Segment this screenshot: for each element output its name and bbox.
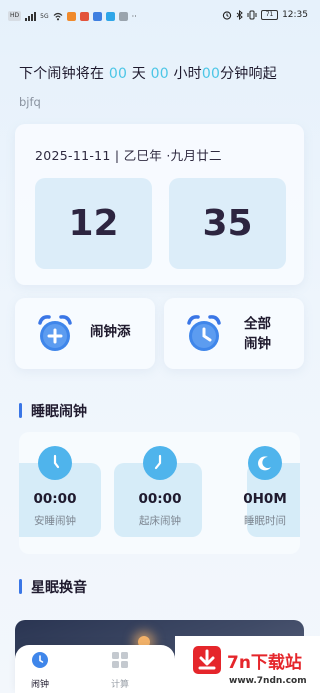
wake-label: 起床闹钟: [139, 515, 181, 527]
date-time-card: 2025-11-11 | 乙巳年 ·九月廿二 12 35: [15, 124, 304, 285]
sleep-duration-value: 0H0M: [243, 491, 287, 507]
alarm-add-icon: [38, 315, 72, 351]
countdown-minutes: 00: [201, 66, 221, 82]
wifi-icon: [53, 12, 63, 20]
nav-label-calculator: 计算: [110, 680, 129, 690]
svg-text:z: z: [266, 458, 269, 465]
next-alarm-countdown: 下个闹钟将在 00 天 00 小时00分钟响起: [19, 63, 277, 83]
status-right: 71 12:35: [222, 10, 308, 20]
clock-icon: [38, 446, 72, 480]
network-badge: 5G: [40, 12, 49, 20]
nav-tab-calculator[interactable]: 计算: [100, 651, 140, 690]
bedtime-label: 安睡闹钟: [34, 515, 76, 527]
countdown-prefix: 下个闹钟将在: [19, 66, 105, 82]
bedtime-value: 00:00: [33, 491, 77, 507]
sleep-section-title: 睡眠闹钟: [19, 401, 87, 421]
all-alarms-label-line2: 闹钟: [244, 336, 271, 352]
minute-display: 35: [169, 178, 286, 269]
app-notification-icon: [79, 11, 89, 21]
all-alarms-label: 全部 闹钟: [244, 314, 271, 354]
clock-icon: [143, 446, 177, 480]
nav-tab-alarm[interactable]: 闹钟: [20, 651, 60, 690]
sleep-duration-label: 睡眠时间: [244, 515, 286, 527]
star-sleep-section-title: 星眠换音: [19, 577, 87, 597]
add-alarm-button[interactable]: 闹钟添: [15, 298, 155, 369]
signal-icon: [25, 11, 37, 21]
clock-time: 12:35: [282, 10, 308, 20]
app-notification-icon: [105, 11, 115, 21]
wake-value: 00:00: [138, 491, 182, 507]
countdown-days-unit: 天: [131, 66, 146, 82]
countdown-hours: 00: [150, 66, 169, 82]
more-icon: ··: [131, 11, 137, 21]
shield-icon: [92, 11, 102, 21]
all-alarms-label-line1: 全部: [244, 316, 271, 332]
username: bjfq: [19, 95, 41, 109]
calculator-icon: [112, 652, 128, 668]
alarm-status-icon: [222, 11, 232, 20]
site-watermark: 7n下载站 www.7ndn.com: [175, 636, 320, 693]
battery-icon: 71: [261, 10, 279, 20]
countdown-days: 00: [108, 66, 128, 82]
status-bar: HD 5G ·· 71 12:35: [0, 0, 320, 34]
vibrate-icon: [247, 10, 257, 20]
hour-display: 12: [35, 178, 152, 269]
hd-badge: HD: [8, 11, 22, 21]
nav-label-alarm: 闹钟: [30, 680, 49, 690]
app-notification-icon: [118, 11, 128, 21]
bottom-nav: 闹钟 计算: [15, 645, 175, 693]
download-arrow-icon: [193, 646, 221, 674]
add-alarm-label: 闹钟添: [90, 324, 131, 340]
watermark-url: www.7ndn.com: [229, 676, 307, 686]
watermark-title: 7n下载站: [227, 653, 302, 673]
moon-icon: z: [248, 446, 282, 480]
alarm-icon: [32, 652, 48, 668]
countdown-minutes-unit: 分钟响起: [220, 66, 277, 82]
app-notification-icon: [66, 11, 76, 21]
date-lunar-text: 2025-11-11 | 乙巳年 ·九月廿二: [35, 148, 222, 163]
countdown-hours-unit: 小时: [173, 66, 202, 82]
status-left: HD 5G ··: [8, 11, 137, 21]
bluetooth-icon: [236, 10, 243, 20]
alarm-clock-icon: [187, 315, 221, 351]
all-alarms-button[interactable]: 全部 闹钟: [164, 298, 304, 369]
